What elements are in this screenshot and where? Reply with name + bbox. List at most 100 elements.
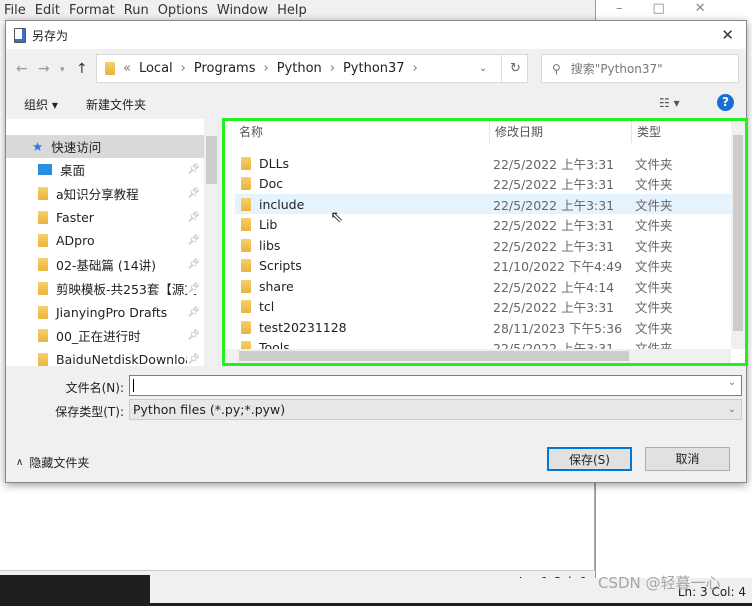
close-icon[interactable]: ✕ (721, 26, 734, 44)
pin-icon[interactable]: 📌︎ (187, 235, 200, 246)
breadcrumb-overflow[interactable]: « (123, 61, 131, 76)
breadcrumb-separator[interactable]: › (413, 61, 418, 76)
recent-chevron-icon[interactable]: ▾ (60, 65, 65, 75)
pin-icon[interactable]: 📌︎ (187, 283, 200, 294)
nav-scrollbar[interactable] (204, 119, 218, 366)
breadcrumb-python37[interactable]: Python37 (343, 61, 405, 76)
menu-run[interactable]: Run (124, 3, 149, 18)
scroll-thumb[interactable] (733, 135, 743, 331)
breadcrumb-separator[interactable]: › (181, 61, 186, 76)
up-icon[interactable]: ↑ (76, 61, 88, 77)
search-input[interactable]: ⚲ 搜索"Python37" (541, 54, 739, 83)
address-dropdown-icon[interactable]: ⌄ (479, 63, 487, 74)
file-date: 22/5/2022 上午4:14 (493, 279, 615, 295)
menu-help[interactable]: Help (277, 3, 307, 18)
nav-item[interactable]: Faster 📌︎ (6, 206, 204, 229)
nav-quick-access[interactable]: ★ 快速访问 (6, 135, 204, 158)
pin-icon[interactable]: 📌︎ (187, 330, 200, 341)
file-row[interactable]: tcl 22/5/2022 上午3:31 文件夹 (235, 297, 731, 317)
nav-label: ADpro (56, 233, 95, 248)
folder-icon (38, 187, 48, 200)
nav-item[interactable]: 剪映模板-共253套【源文 📌︎ (6, 277, 204, 300)
file-name-cell: share (235, 279, 493, 294)
pin-icon[interactable]: 📌︎ (187, 212, 200, 223)
file-row[interactable]: Doc 22/5/2022 上午3:31 文件夹 (235, 174, 731, 194)
scroll-thumb[interactable] (206, 136, 217, 184)
filename-input[interactable]: ⌄ (129, 375, 742, 396)
menu-format[interactable]: Format (69, 3, 115, 18)
file-row[interactable]: libs 22/5/2022 上午3:31 文件夹 (235, 235, 731, 255)
menu-file[interactable]: File (4, 3, 26, 18)
nav-item[interactable]: 02-基础篇 (14讲) 📌︎ (6, 253, 204, 276)
file-date: 22/5/2022 上午3:31 (493, 300, 615, 315)
chevron-up-icon: ∧ (16, 457, 24, 468)
refresh-icon[interactable]: ↻ (501, 55, 529, 82)
folder-icon (38, 234, 48, 247)
save-button[interactable]: 保存(S) (547, 447, 632, 471)
file-date: 22/5/2022 上午3:31 (493, 238, 615, 254)
scroll-thumb[interactable] (239, 351, 629, 361)
nav-label: a知识分享教程 (56, 187, 139, 202)
forward-icon[interactable]: → (38, 61, 50, 77)
address-bar[interactable]: « Local › Programs › Python › Python37 ›… (96, 54, 528, 83)
file-type: 文件夹 (635, 320, 673, 336)
breadcrumb-separator[interactable]: › (264, 61, 269, 76)
pin-icon[interactable]: 📌︎ (187, 164, 200, 175)
pin-icon[interactable]: 📌︎ (187, 354, 200, 365)
file-name-cell: tcl (235, 299, 493, 314)
cancel-button[interactable]: 取消 (645, 447, 730, 471)
nav-desktop[interactable]: 桌面 📌︎ (6, 158, 204, 181)
breadcrumb-separator[interactable]: › (330, 61, 335, 76)
file-row[interactable]: DLLs 22/5/2022 上午3:31 文件夹 (235, 153, 731, 173)
file-row[interactable]: include 22/5/2022 上午3:31 文件夹 (235, 194, 731, 214)
filetype-value: Python files (*.py;*.pyw) (133, 402, 286, 417)
folder-icon (38, 329, 48, 342)
help-icon[interactable]: ? (717, 94, 734, 111)
column-header-type[interactable]: 类型 (631, 121, 661, 143)
file-date: 21/10/2022 下午4:49 (493, 259, 623, 274)
organize-menu[interactable]: 组织 ▾ (24, 96, 58, 113)
file-row[interactable]: Scripts 21/10/2022 下午4:49 文件夹 (235, 256, 731, 276)
folder-icon (241, 320, 251, 334)
filetype-label: 保存类型(T): (55, 405, 124, 419)
file-list-vscrollbar[interactable] (731, 121, 745, 349)
menu-edit[interactable]: Edit (35, 3, 60, 18)
watermark: CSDN @轻暮一心 (598, 574, 721, 592)
folder-icon (241, 279, 251, 293)
column-header-name[interactable]: 名称 (239, 121, 263, 143)
file-list-hscrollbar[interactable] (225, 349, 731, 363)
maximize-button[interactable]: □ (653, 1, 665, 16)
file-row[interactable]: share 22/5/2022 上午4:14 文件夹 (235, 276, 731, 296)
chevron-down-icon[interactable]: ⌄ (728, 377, 736, 388)
back-icon[interactable]: ← (16, 61, 28, 77)
folder-icon (241, 300, 251, 313)
hide-folders-toggle[interactable]: ∧ 隐藏文件夹 (16, 454, 89, 471)
nav-item[interactable]: JianyingPro Drafts 📌︎ (6, 301, 204, 324)
filetype-select[interactable]: Python files (*.py;*.pyw) ⌄ (129, 399, 742, 420)
dialog-title: 另存为 (32, 28, 69, 43)
nav-item[interactable]: BaiduNetdiskDownload 📌︎ (6, 348, 204, 366)
file-row[interactable]: test20231128 28/11/2023 下午5:36 文件夹 (235, 317, 731, 337)
nav-label: Faster (56, 210, 94, 225)
breadcrumb-local[interactable]: Local (139, 61, 173, 76)
nav-item[interactable]: a知识分享教程 📌︎ (6, 182, 204, 205)
nav-item[interactable]: 00_正在进行时 📌︎ (6, 324, 204, 347)
menu-options[interactable]: Options (158, 3, 208, 18)
new-folder-button[interactable]: 新建文件夹 (86, 96, 146, 113)
pin-icon[interactable]: 📌︎ (187, 188, 200, 199)
file-row[interactable]: Lib 22/5/2022 上午3:31 文件夹 (235, 215, 731, 235)
menu-window[interactable]: Window (217, 3, 268, 18)
nav-item[interactable]: ADpro 📌︎ (6, 229, 204, 252)
view-options-icon[interactable]: ☷ ▾ (659, 96, 680, 110)
breadcrumb-programs[interactable]: Programs (194, 61, 256, 76)
breadcrumb-python[interactable]: Python (277, 61, 322, 76)
pin-icon[interactable]: 📌︎ (187, 259, 200, 270)
file-type: 文件夹 (635, 238, 673, 254)
close-button[interactable]: ✕ (695, 1, 706, 16)
file-date: 22/5/2022 上午3:31 (493, 177, 615, 192)
pin-icon[interactable]: 📌︎ (187, 307, 200, 318)
file-date: 22/5/2022 上午3:31 (493, 197, 615, 213)
column-header-date[interactable]: 修改日期 (489, 121, 543, 143)
minimize-button[interactable]: – (616, 1, 623, 16)
dialog-title-bar: 另存为 (6, 21, 746, 49)
